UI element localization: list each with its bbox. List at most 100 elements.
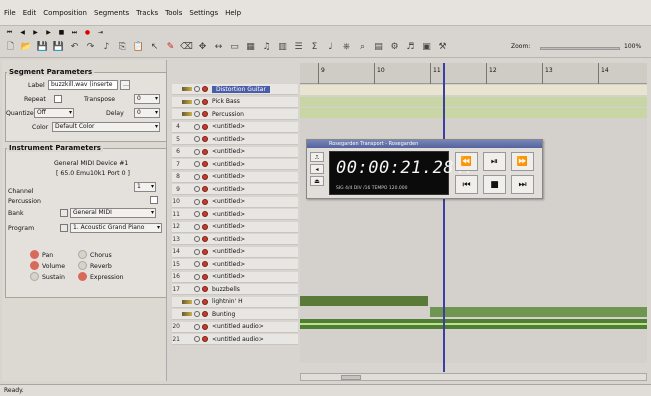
menu-tracks[interactable]: Tracks <box>136 9 158 17</box>
delay-spinbox[interactable]: 0 ▾ <box>134 108 160 118</box>
record-toggle-icon[interactable] <box>202 336 208 342</box>
mute-toggle-icon[interactable] <box>194 211 200 217</box>
paste-icon[interactable]: 📋 <box>132 41 145 54</box>
track-row[interactable]: Distortion Guitar <box>172 84 298 95</box>
track-name[interactable]: lightnin' H <box>212 298 243 305</box>
track-name[interactable]: <untitled> <box>212 248 245 255</box>
record-toggle-icon[interactable] <box>202 286 208 292</box>
track-name[interactable]: <untitled> <box>212 173 245 180</box>
track-name[interactable]: <untitled> <box>212 148 245 155</box>
record-toggle-icon[interactable] <box>202 198 208 205</box>
zoom-slider[interactable] <box>540 47 620 50</box>
rewind-icon[interactable]: ◀ <box>19 29 26 36</box>
record-toggle-icon[interactable] <box>202 111 208 117</box>
fast-forward-to-end-button[interactable]: ⏭ <box>511 175 534 194</box>
track-name[interactable]: <untitled> <box>212 186 245 193</box>
transport-metronome-button[interactable]: ◂ <box>310 164 324 174</box>
segment-buzzbells[interactable] <box>300 296 428 306</box>
stop-icon[interactable]: ■ <box>58 29 65 36</box>
fast-forward-icon[interactable]: ▶ <box>45 29 52 36</box>
record-toggle-icon[interactable] <box>202 311 208 317</box>
repeat-checkbox[interactable] <box>54 95 62 103</box>
transport-mode-button[interactable]: ⎍ <box>310 152 324 162</box>
move-tool-icon[interactable]: ✥ <box>196 41 209 54</box>
matrix-editor-icon[interactable]: ▦ <box>244 41 257 54</box>
track-row[interactable]: 5 <untitled> <box>172 134 298 145</box>
track-name[interactable]: <untitled> <box>212 161 245 168</box>
track-row[interactable]: Bunting <box>172 309 298 320</box>
rewind-button[interactable]: ⏪ <box>455 152 478 171</box>
studio-icon[interactable]: ▣ <box>420 41 433 54</box>
label-edit-button[interactable]: … <box>120 80 130 90</box>
record-toggle-icon[interactable] <box>202 323 208 330</box>
mute-toggle-icon[interactable] <box>194 323 200 330</box>
track-name[interactable]: <untitled> <box>212 273 245 280</box>
channel-combo[interactable]: 1 ▾ <box>134 182 156 192</box>
stop-button[interactable]: ■ <box>483 175 506 194</box>
tempo-icon[interactable]: ♩ <box>324 41 337 54</box>
mute-toggle-icon[interactable] <box>194 173 200 180</box>
segment-label-field[interactable]: buzzkill.wav (inserte <box>48 80 118 90</box>
menu-tools[interactable]: Tools <box>165 9 182 17</box>
zoom-icon[interactable]: ⌕ <box>356 41 369 54</box>
quantize-combo[interactable]: Off ▾ <box>34 108 74 118</box>
menu-settings[interactable]: Settings <box>189 9 218 17</box>
midi-icon[interactable]: ♬ <box>404 41 417 54</box>
save-icon[interactable]: 💾 <box>36 41 49 54</box>
track-name[interactable]: <untitled> <box>212 211 245 218</box>
split-tool-icon[interactable]: ▭ <box>228 41 241 54</box>
track-row[interactable]: 7 <untitled> <box>172 159 298 170</box>
mute-toggle-icon[interactable] <box>194 286 200 292</box>
menu-edit[interactable]: Edit <box>23 9 37 17</box>
pencil-tool-icon[interactable]: ✎ <box>164 41 177 54</box>
track-name[interactable]: Bunting <box>212 311 235 318</box>
track-name[interactable]: <untitled audio> <box>212 323 264 330</box>
copy-icon[interactable]: ⎘ <box>116 41 129 54</box>
mute-toggle-icon[interactable] <box>194 136 200 142</box>
mute-toggle-icon[interactable] <box>194 311 200 317</box>
pan-knob[interactable] <box>30 250 39 259</box>
expression-knob[interactable] <box>78 272 87 281</box>
loop-icon[interactable]: ⇥ <box>97 29 104 36</box>
track-row[interactable]: 14 <untitled> <box>172 246 298 258</box>
segment-percussion[interactable] <box>300 108 647 118</box>
track-row[interactable]: 6 <untitled> <box>172 146 298 158</box>
record-toggle-icon[interactable] <box>202 161 208 167</box>
track-row[interactable]: 17 buzzbells <box>172 284 298 295</box>
transport-eject-button[interactable]: ⏏ <box>310 176 324 186</box>
notation-editor-icon[interactable]: ♫ <box>260 41 273 54</box>
track-name[interactable]: <untitled> <box>212 261 245 268</box>
track-name[interactable]: <untitled> <box>212 198 245 205</box>
record-toggle-icon[interactable] <box>202 98 208 105</box>
transpose-spinbox[interactable]: 0 ▾ <box>134 94 160 104</box>
bar-ruler[interactable]: 9 10 11 12 13 14 <box>300 63 647 84</box>
track-row[interactable]: Percussion <box>172 109 298 120</box>
track-row[interactable]: 16 <untitled> <box>172 271 298 283</box>
segment-distortion-guitar[interactable] <box>300 85 647 95</box>
mute-toggle-icon[interactable] <box>194 261 200 267</box>
mute-toggle-icon[interactable] <box>194 111 200 117</box>
track-name[interactable]: <untitled> <box>212 123 245 130</box>
segment-canvas[interactable] <box>300 63 647 363</box>
mute-toggle-icon[interactable] <box>194 236 200 242</box>
segment-lightnin[interactable] <box>430 307 647 317</box>
chorus-knob[interactable] <box>78 250 87 259</box>
program-combo[interactable]: 1. Acoustic Grand Piano ▾ <box>70 223 162 233</box>
track-name[interactable]: <untitled> <box>212 223 245 230</box>
record-toggle-icon[interactable] <box>202 148 208 155</box>
play-pause-button[interactable]: ⏯ <box>483 152 506 171</box>
track-row[interactable]: lightnin' H <box>172 296 298 308</box>
record-toggle-icon[interactable] <box>202 248 208 255</box>
track-name[interactable]: <untitled audio> <box>212 336 264 343</box>
ffwd-end-icon[interactable]: ⏭ <box>71 29 78 36</box>
menu-file[interactable]: File <box>4 9 16 17</box>
bank-combo[interactable]: General MIDI ▾ <box>70 208 156 218</box>
track-row[interactable]: Pick Bass <box>172 96 298 108</box>
record-toggle-icon[interactable] <box>202 86 208 92</box>
track-row[interactable]: 8 <untitled> <box>172 171 298 183</box>
mute-toggle-icon[interactable] <box>194 148 200 155</box>
track-row[interactable]: 21 <untitled audio> <box>172 334 298 345</box>
track-name[interactable]: Distortion Guitar <box>212 85 270 93</box>
menu-composition[interactable]: Composition <box>43 9 87 17</box>
record-icon[interactable]: ● <box>84 29 91 36</box>
